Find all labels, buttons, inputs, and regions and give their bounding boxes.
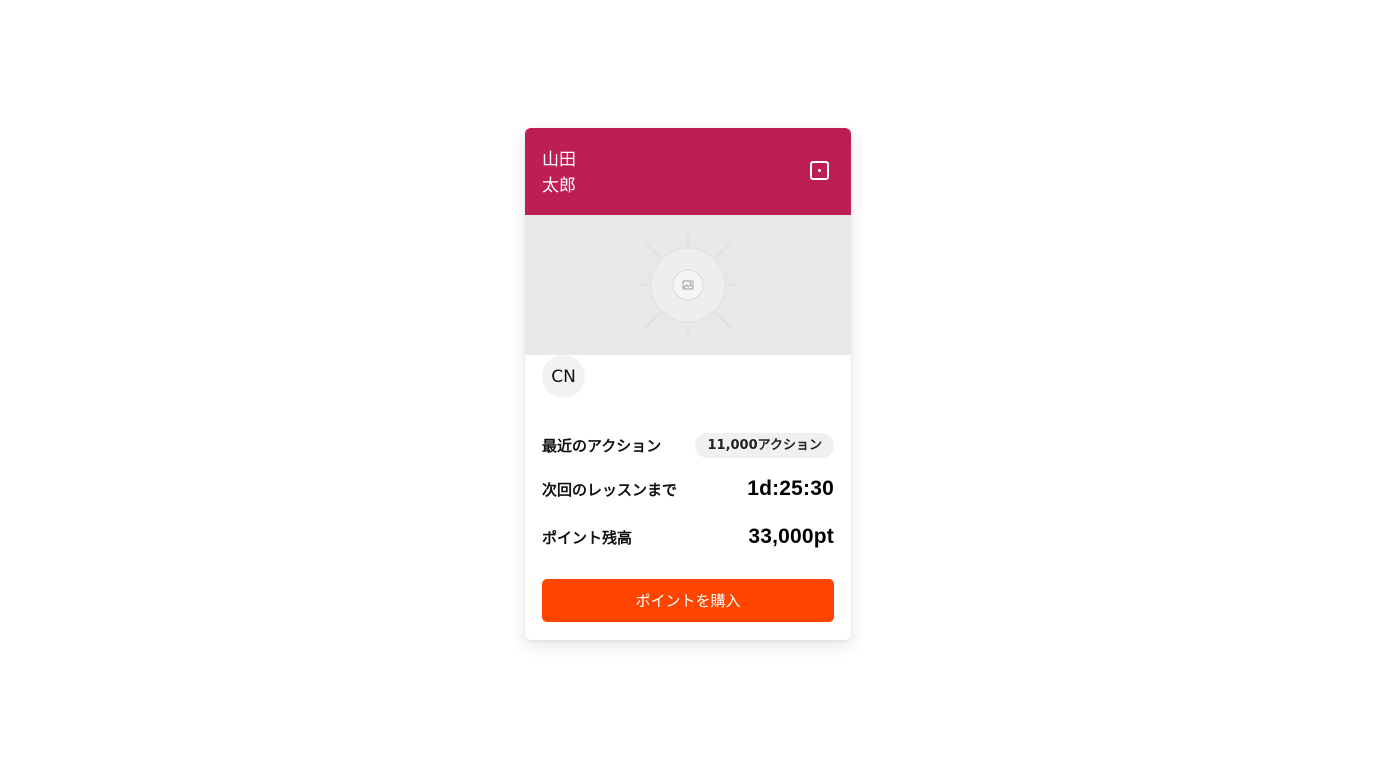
recent-actions-badge: 11,000アクション	[695, 432, 834, 458]
points-balance-row: ポイント残高 33,000pt	[542, 524, 834, 550]
user-name: 山田 太郎	[542, 147, 602, 199]
profile-card: 山田 太郎 CN 最近のアクション 11,000アクション 次回のレッスンまで	[525, 128, 851, 640]
next-lesson-label: 次回のレッスンまで	[542, 480, 678, 499]
points-balance-label: ポイント残高	[542, 528, 633, 547]
user-name-line2: 太郎	[542, 176, 576, 196]
recent-actions-row: 最近のアクション 11,000アクション	[542, 431, 834, 459]
avatar: CN	[542, 355, 585, 398]
user-name-line1: 山田	[542, 150, 576, 170]
recent-actions-label: 最近のアクション	[542, 436, 662, 455]
next-lesson-countdown: 1d:25:30	[747, 477, 834, 500]
points-balance-value: 33,000pt	[748, 525, 834, 548]
banner-image-placeholder	[525, 215, 851, 355]
buy-points-button[interactable]: ポイントを購入	[542, 579, 834, 622]
next-lesson-row: 次回のレッスンまで 1d:25:30	[542, 476, 834, 502]
square-dot-icon-dot	[818, 169, 821, 172]
image-placeholder-icon	[641, 233, 735, 337]
square-dot-icon[interactable]	[810, 161, 829, 180]
card-header: 山田 太郎	[525, 128, 851, 215]
